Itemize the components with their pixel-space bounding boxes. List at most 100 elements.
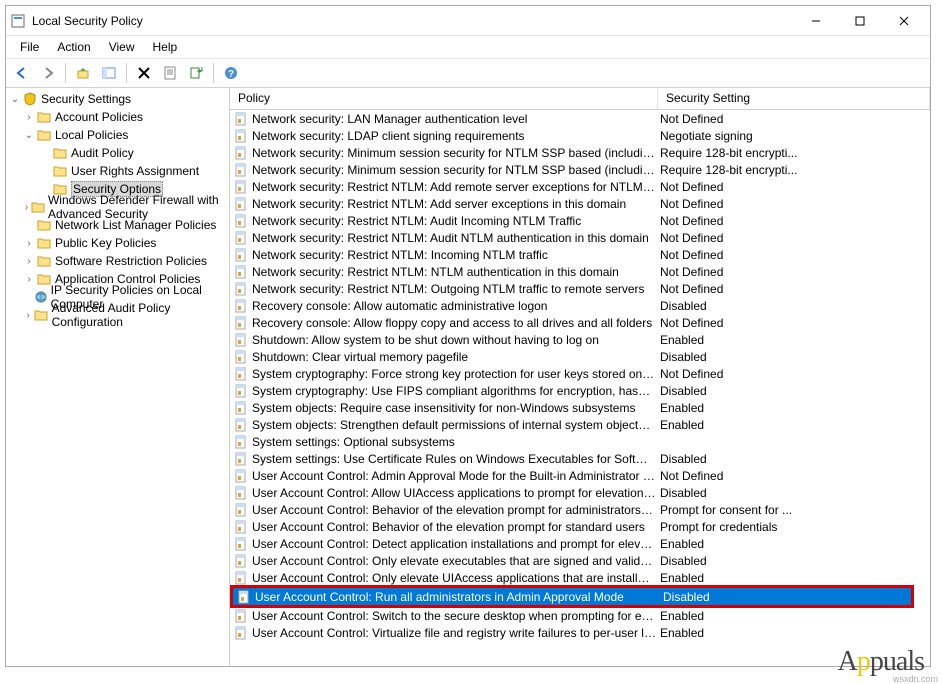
policy-name: Recovery console: Allow floppy copy and …: [252, 316, 660, 330]
policy-icon: [233, 502, 249, 518]
policy-row[interactable]: System cryptography: Use FIPS compliant …: [230, 382, 930, 399]
expander-icon[interactable]: ›: [22, 310, 34, 321]
tree-item-label: Network List Manager Policies: [55, 218, 216, 232]
tree-item[interactable]: ⌄ Local Policies: [6, 126, 229, 144]
menu-action[interactable]: Action: [49, 38, 98, 56]
policy-name: Network security: Restrict NTLM: Audit N…: [252, 231, 660, 245]
policy-row[interactable]: User Account Control: Detect application…: [230, 535, 930, 552]
policy-row[interactable]: Network security: Restrict NTLM: Incomin…: [230, 246, 930, 263]
column-header-policy[interactable]: Policy: [230, 88, 658, 109]
highlighted-row-box: User Account Control: Run all administra…: [230, 585, 914, 608]
policy-row[interactable]: Network security: LDAP client signing re…: [230, 127, 930, 144]
tree-item[interactable]: ›Public Key Policies: [6, 234, 229, 252]
menu-help[interactable]: Help: [145, 38, 186, 56]
back-button[interactable]: [10, 61, 34, 85]
policy-row[interactable]: User Account Control: Allow UIAccess app…: [230, 484, 930, 501]
policy-setting: Not Defined: [660, 231, 930, 245]
expander-icon[interactable]: ›: [22, 238, 36, 249]
forward-button[interactable]: [36, 61, 60, 85]
policy-row[interactable]: System cryptography: Force strong key pr…: [230, 365, 930, 382]
policy-name: User Account Control: Behavior of the el…: [252, 520, 660, 534]
help-button[interactable]: ?: [219, 61, 243, 85]
policy-row[interactable]: Network security: Minimum session securi…: [230, 144, 930, 161]
tree-item[interactable]: ›Software Restriction Policies: [6, 252, 229, 270]
menu-file[interactable]: File: [12, 38, 47, 56]
expander-icon[interactable]: ›: [22, 256, 36, 267]
menu-view[interactable]: View: [101, 38, 143, 56]
policy-name: System cryptography: Use FIPS compliant …: [252, 384, 660, 398]
policy-row[interactable]: Shutdown: Allow system to be shut down w…: [230, 331, 930, 348]
svg-text:?: ?: [228, 69, 234, 80]
policy-row[interactable]: Network security: Restrict NTLM: Audit N…: [230, 229, 930, 246]
policy-row[interactable]: System objects: Require case insensitivi…: [230, 399, 930, 416]
expander-icon[interactable]: ›: [22, 274, 36, 285]
tree-item[interactable]: ›Account Policies: [6, 108, 229, 126]
policy-row[interactable]: Recovery console: Allow automatic admini…: [230, 297, 930, 314]
policy-icon: [233, 315, 249, 331]
policy-icon: [233, 281, 249, 297]
policy-row[interactable]: User Account Control: Run all administra…: [233, 588, 911, 605]
policy-row[interactable]: User Account Control: Admin Approval Mod…: [230, 467, 930, 484]
tree-item-label: Local Policies: [55, 128, 128, 142]
policy-row[interactable]: Shutdown: Clear virtual memory pagefileD…: [230, 348, 930, 365]
policy-setting: Disabled: [660, 452, 930, 466]
tree-item[interactable]: ›Windows Defender Firewall with Advanced…: [6, 198, 229, 216]
minimize-button[interactable]: [794, 7, 838, 35]
policy-row[interactable]: Recovery console: Allow floppy copy and …: [230, 314, 930, 331]
folder-icon: [36, 253, 52, 269]
tree-item[interactable]: Network List Manager Policies: [6, 216, 229, 234]
close-button[interactable]: [882, 7, 926, 35]
policy-row[interactable]: Network security: Restrict NTLM: Add ser…: [230, 195, 930, 212]
policy-row[interactable]: Network security: Restrict NTLM: Add rem…: [230, 178, 930, 195]
policy-name: System cryptography: Force strong key pr…: [252, 367, 660, 381]
policy-row[interactable]: User Account Control: Switch to the secu…: [230, 607, 930, 624]
policy-row[interactable]: User Account Control: Only elevate execu…: [230, 552, 930, 569]
show-hide-tree-button[interactable]: [97, 61, 121, 85]
policy-row[interactable]: System settings: Use Certificate Rules o…: [230, 450, 930, 467]
policy-row[interactable]: Network security: Minimum session securi…: [230, 161, 930, 178]
policy-row[interactable]: Network security: Restrict NTLM: NTLM au…: [230, 263, 930, 280]
policy-setting: Require 128-bit encrypti...: [660, 163, 930, 177]
tree-root[interactable]: ⌄Security Settings: [6, 90, 229, 108]
policy-row[interactable]: User Account Control: Virtualize file an…: [230, 624, 930, 641]
policy-icon: [233, 298, 249, 314]
policy-icon: [233, 536, 249, 552]
policy-setting: Enabled: [660, 401, 930, 415]
policy-row[interactable]: User Account Control: Behavior of the el…: [230, 518, 930, 535]
policy-setting: Disabled: [660, 350, 930, 364]
properties-button[interactable]: [158, 61, 182, 85]
policy-row[interactable]: Network security: Restrict NTLM: Outgoin…: [230, 280, 930, 297]
policy-icon: [233, 519, 249, 535]
expander-icon[interactable]: ›: [22, 202, 31, 213]
policy-name: User Account Control: Only elevate UIAcc…: [252, 571, 660, 585]
list-body[interactable]: Network security: LAN Manager authentica…: [230, 110, 930, 666]
policy-name: Network security: Restrict NTLM: NTLM au…: [252, 265, 660, 279]
policy-icon: [233, 400, 249, 416]
policy-row[interactable]: Network security: Restrict NTLM: Audit I…: [230, 212, 930, 229]
policy-row[interactable]: System settings: Optional subsystems: [230, 433, 930, 450]
policy-name: Network security: LDAP client signing re…: [252, 129, 660, 143]
maximize-button[interactable]: [838, 7, 882, 35]
policy-setting: Not Defined: [660, 197, 930, 211]
policy-setting: Not Defined: [660, 282, 930, 296]
expander-icon[interactable]: ⌄: [22, 130, 36, 141]
up-button[interactable]: [71, 61, 95, 85]
policy-row[interactable]: User Account Control: Behavior of the el…: [230, 501, 930, 518]
policy-setting: Require 128-bit encrypti...: [660, 146, 930, 160]
policy-setting: Negotiate signing: [660, 129, 930, 143]
tree-item[interactable]: User Rights Assignment: [6, 162, 229, 180]
policy-name: User Account Control: Admin Approval Mod…: [252, 469, 660, 483]
policy-row[interactable]: User Account Control: Only elevate UIAcc…: [230, 569, 930, 586]
tree-pane[interactable]: ⌄Security Settings›Account Policies ⌄ Loca…: [6, 88, 230, 666]
export-button[interactable]: [184, 61, 208, 85]
policy-icon: [233, 553, 249, 569]
tree-item[interactable]: Audit Policy: [6, 144, 229, 162]
policy-row[interactable]: Network security: LAN Manager authentica…: [230, 110, 930, 127]
column-header-setting[interactable]: Security Setting: [658, 88, 930, 109]
tree-item[interactable]: ›Advanced Audit Policy Configuration: [6, 306, 229, 324]
delete-button[interactable]: [132, 61, 156, 85]
policy-setting: Not Defined: [660, 112, 930, 126]
separator: [213, 63, 214, 83]
policy-row[interactable]: System objects: Strengthen default permi…: [230, 416, 930, 433]
expander-icon[interactable]: ›: [22, 112, 36, 123]
